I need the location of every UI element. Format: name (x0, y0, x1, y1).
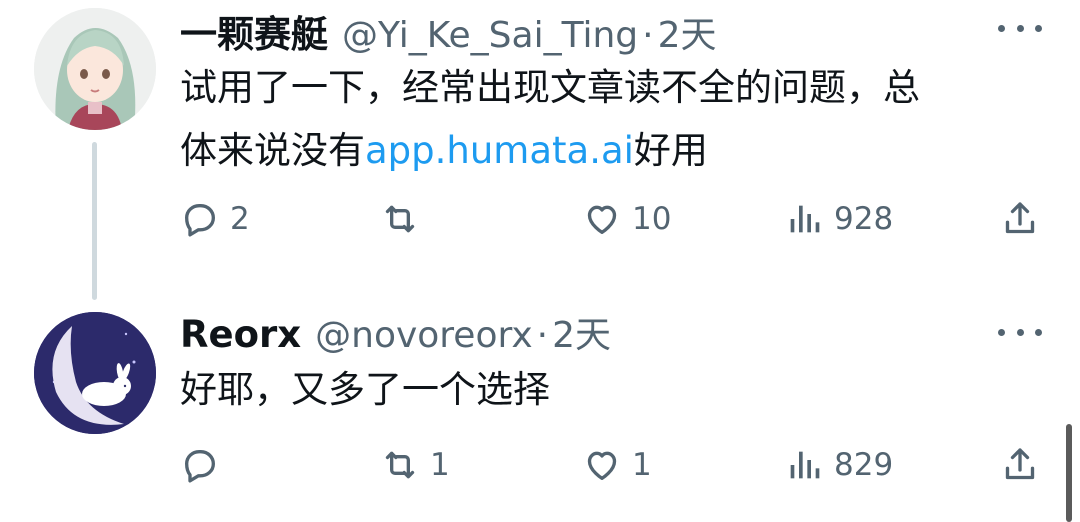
share-button[interactable] (1000, 440, 1040, 490)
user-handle[interactable]: @novoreorx (315, 315, 533, 356)
retweet-icon (385, 205, 415, 233)
display-name[interactable]: 一颗赛艇 (180, 4, 328, 58)
tweet[interactable]: 一颗赛艇 @Yi_Ke_Sai_Ting · 2天 试用了一下，经常出现文章读不… (0, 0, 1080, 300)
timestamp[interactable]: 2天 (552, 306, 611, 358)
tweet-text-segment: 好用 (633, 129, 708, 172)
like-count: 1 (632, 447, 652, 483)
like-button[interactable]: 1 (582, 440, 652, 490)
action-bar: 1 1 829 (180, 440, 1050, 490)
views-chart-icon (790, 205, 820, 233)
tweet-header: Reorx @novoreorx · 2天 (180, 306, 611, 356)
view-count: 928 (834, 201, 894, 237)
separator-dot: · (536, 315, 549, 356)
more-options-icon[interactable] (998, 18, 1042, 38)
moon-rabbit-avatar-icon (34, 312, 156, 434)
retweet-icon (385, 451, 415, 479)
tweet-text: 好耶，又多了一个选择 (180, 368, 550, 411)
reply-icon (185, 450, 215, 483)
like-button[interactable]: 10 (582, 194, 671, 244)
tweet-header: 一颗赛艇 @Yi_Ke_Sai_Ting · 2天 (180, 4, 717, 56)
thread-line (92, 142, 97, 300)
reply-icon (185, 204, 215, 237)
timestamp[interactable]: 2天 (658, 6, 717, 58)
tweet-text-segment: 体来说没有 (180, 129, 365, 172)
share-icon (1005, 448, 1035, 480)
anime-girl-avatar-icon (34, 8, 156, 130)
tweet-link[interactable]: app.humata.ai (365, 129, 634, 172)
tweet[interactable]: Reorx @novoreorx · 2天 好耶，又多了一个选择 1 1 829 (0, 300, 1080, 522)
views-button[interactable]: 928 (784, 194, 893, 244)
retweet-count: 1 (430, 447, 450, 483)
user-handle[interactable]: @Yi_Ke_Sai_Ting (342, 15, 638, 56)
views-chart-icon (790, 451, 820, 479)
avatar[interactable] (34, 8, 156, 130)
avatar[interactable] (34, 312, 156, 434)
share-button[interactable] (1000, 194, 1040, 244)
views-button[interactable]: 829 (784, 440, 893, 490)
tweet-text-line: 体来说没有app.humata.ai好用 (180, 119, 1030, 182)
tweet-text: 试用了一下，经常出现文章读不全的问题，总 体来说没有app.humata.ai好… (180, 56, 1030, 182)
separator-dot: · (642, 15, 654, 56)
share-icon (1005, 202, 1035, 234)
reply-count: 2 (230, 201, 250, 237)
scrollbar[interactable] (1066, 424, 1072, 522)
retweet-button[interactable]: 1 (380, 440, 450, 490)
reply-button[interactable] (180, 440, 230, 490)
view-count: 829 (834, 447, 894, 483)
heart-icon (587, 451, 617, 480)
tweet-text-line: 试用了一下，经常出现文章读不全的问题，总 (180, 66, 920, 109)
display-name[interactable]: Reorx (180, 313, 301, 356)
heart-icon (587, 205, 617, 234)
reply-button[interactable]: 2 (180, 194, 250, 244)
action-bar: 2 10 928 (180, 194, 1050, 244)
like-count: 10 (632, 201, 672, 237)
retweet-button[interactable] (380, 194, 430, 244)
more-options-icon[interactable] (998, 322, 1042, 342)
